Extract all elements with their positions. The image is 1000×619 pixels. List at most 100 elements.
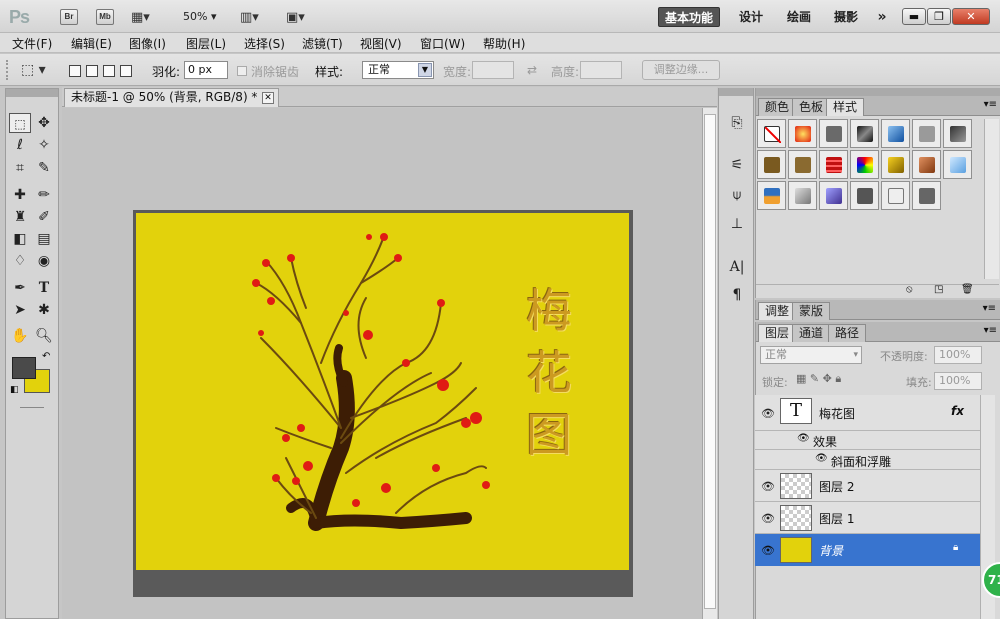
- eraser-icon[interactable]: ◧: [9, 229, 31, 249]
- tab-masks[interactable]: 蒙版: [792, 302, 831, 320]
- style-swatch-white-frame[interactable]: [881, 181, 910, 210]
- add-selection-icon[interactable]: [86, 65, 98, 77]
- layer-effects-header-row[interactable]: 👁︎ 效果: [755, 431, 980, 450]
- workspace-design[interactable]: 设计: [731, 7, 771, 27]
- effects-eye-icon[interactable]: 👁︎: [797, 433, 810, 444]
- style-swatch-none[interactable]: [757, 119, 786, 148]
- style-swatch-red-stripes[interactable]: [819, 150, 848, 179]
- dodge-icon[interactable]: ◉: [33, 251, 55, 271]
- quick-mask-icon[interactable]: [20, 407, 44, 408]
- history-brush-icon[interactable]: ✐: [33, 207, 55, 227]
- blend-mode-dropdown[interactable]: 正常 ▾: [760, 346, 862, 364]
- style-swatch-charcoal[interactable]: [850, 181, 879, 210]
- pen-icon[interactable]: ✒: [9, 278, 31, 298]
- paragraph-panel-icon[interactable]: ¶: [727, 286, 747, 304]
- foreground-color-swatch[interactable]: [12, 357, 36, 379]
- default-colors-icon[interactable]: ◧: [10, 385, 19, 395]
- workspace-essentials[interactable]: 基本功能: [658, 7, 720, 27]
- brush-icon[interactable]: ✏: [33, 185, 55, 205]
- clone-source-icon[interactable]: ⍦: [727, 186, 747, 204]
- style-dropdown[interactable]: 正常 ▼: [362, 61, 434, 79]
- document-canvas[interactable]: 梅 花 图: [136, 213, 629, 570]
- feather-input[interactable]: 0 px: [184, 61, 228, 79]
- style-swatch-purple[interactable]: [819, 181, 848, 210]
- gradient-icon[interactable]: ▤: [33, 229, 55, 249]
- menu-edit[interactable]: 编辑(E): [71, 35, 112, 52]
- close-button[interactable]: ✕: [952, 8, 990, 25]
- layer-row-2[interactable]: 👁︎ 图层 2: [755, 470, 980, 502]
- intersect-selection-icon[interactable]: [120, 65, 132, 77]
- style-swatch-gray[interactable]: [819, 119, 848, 148]
- zoom-level-dropdown[interactable]: 50% ▾: [183, 10, 216, 23]
- tools-panel-header[interactable]: [6, 89, 58, 97]
- height-input[interactable]: [580, 61, 622, 79]
- visibility-eye-icon[interactable]: 👁︎: [761, 407, 775, 420]
- layer-row-background[interactable]: 👁︎ 背景 🔒︎: [755, 534, 980, 566]
- refine-edge-button[interactable]: 调整边缘...: [642, 60, 720, 80]
- delete-style-icon[interactable]: 🗑︎: [961, 284, 974, 295]
- style-swatch-bronze[interactable]: [757, 150, 786, 179]
- tab-layers[interactable]: 图层: [758, 324, 797, 342]
- style-swatch-light-blue[interactable]: [943, 150, 972, 179]
- styles-panel-header[interactable]: [756, 88, 1000, 96]
- rectangular-marquee-icon[interactable]: ⬚: [9, 113, 31, 133]
- move-tool-icon[interactable]: ✥: [33, 113, 55, 133]
- screen-mode-icon[interactable]: ▣▾: [286, 10, 305, 25]
- style-swatch-gold[interactable]: [881, 150, 910, 179]
- style-swatch-red-glow[interactable]: [788, 119, 817, 148]
- menu-help[interactable]: 帮助(H): [483, 35, 525, 52]
- style-swatch-outline-gray[interactable]: [912, 181, 941, 210]
- magic-wand-icon[interactable]: ✧: [33, 135, 55, 155]
- layer-name[interactable]: 图层 1: [819, 510, 854, 527]
- fill-input[interactable]: 100%: [934, 372, 982, 390]
- tool-presets-icon[interactable]: ⊥: [727, 215, 747, 233]
- blur-icon[interactable]: ♢: [9, 251, 31, 271]
- style-swatch-dark-chrome[interactable]: [850, 119, 879, 148]
- bevel-emboss-label[interactable]: 斜面和浮雕: [831, 453, 891, 470]
- opacity-input[interactable]: 100%: [934, 346, 982, 364]
- layer-effects-fx-icon[interactable]: fx: [951, 404, 964, 418]
- menu-select[interactable]: 选择(S): [244, 35, 285, 52]
- zoom-icon[interactable]: 🔍︎: [33, 326, 55, 346]
- menu-filter[interactable]: 滤镜(T): [302, 35, 343, 52]
- layer-name[interactable]: 梅花图: [819, 405, 855, 422]
- tab-paths[interactable]: 路径: [828, 324, 867, 342]
- tab-channels[interactable]: 通道: [792, 324, 831, 342]
- tab-styles[interactable]: 样式: [826, 98, 865, 116]
- workspace-painting[interactable]: 绘画: [779, 7, 819, 27]
- style-swatch-dark-gray[interactable]: [943, 119, 972, 148]
- path-selection-icon[interactable]: ➤: [9, 300, 31, 320]
- visibility-eye-icon[interactable]: 👁︎: [761, 544, 775, 557]
- layer-name[interactable]: 图层 2: [819, 478, 854, 495]
- crop-icon[interactable]: ⌗: [9, 158, 31, 178]
- more-workspaces-icon[interactable]: »: [868, 7, 896, 27]
- style-swatch-photo[interactable]: [788, 181, 817, 210]
- layer-name[interactable]: 背景: [819, 542, 843, 559]
- scrollbar-thumb[interactable]: [704, 114, 716, 609]
- eyedropper-icon[interactable]: ✎: [33, 158, 55, 178]
- history-panel-icon[interactable]: ⎘: [727, 114, 747, 132]
- style-swatch-blue-glass[interactable]: [881, 119, 910, 148]
- panel-menu-icon[interactable]: ▾≡: [984, 99, 997, 110]
- antialias-checkbox[interactable]: [237, 66, 247, 76]
- tab-adjustments[interactable]: 调整: [758, 302, 797, 320]
- layer-effect-row[interactable]: 👁︎ 斜面和浮雕: [755, 450, 980, 470]
- custom-shape-icon[interactable]: ✱: [33, 300, 55, 320]
- effect-eye-icon[interactable]: 👁︎: [815, 453, 828, 464]
- styles-scrollbar[interactable]: [984, 119, 999, 279]
- clone-stamp-icon[interactable]: ♜: [9, 207, 31, 227]
- style-swatch-copper[interactable]: [912, 150, 941, 179]
- restore-button[interactable]: ❐: [927, 8, 951, 25]
- options-grip[interactable]: [6, 60, 10, 80]
- view-extras-icon[interactable]: ▦▾: [131, 10, 150, 25]
- visibility-eye-icon[interactable]: 👁︎: [761, 480, 775, 493]
- minimize-button[interactable]: ▬: [902, 8, 926, 25]
- menu-file[interactable]: 文件(F): [12, 35, 52, 52]
- style-swatch-bronze2[interactable]: [788, 150, 817, 179]
- vertical-scrollbar[interactable]: [702, 108, 717, 619]
- workspace-photography[interactable]: 摄影: [826, 7, 866, 27]
- mini-bridge-button[interactable]: Mb: [96, 9, 114, 25]
- layer-row-1[interactable]: 👁︎ 图层 1: [755, 502, 980, 534]
- menu-layer[interactable]: 图层(L): [186, 35, 226, 52]
- new-selection-icon[interactable]: [69, 65, 81, 77]
